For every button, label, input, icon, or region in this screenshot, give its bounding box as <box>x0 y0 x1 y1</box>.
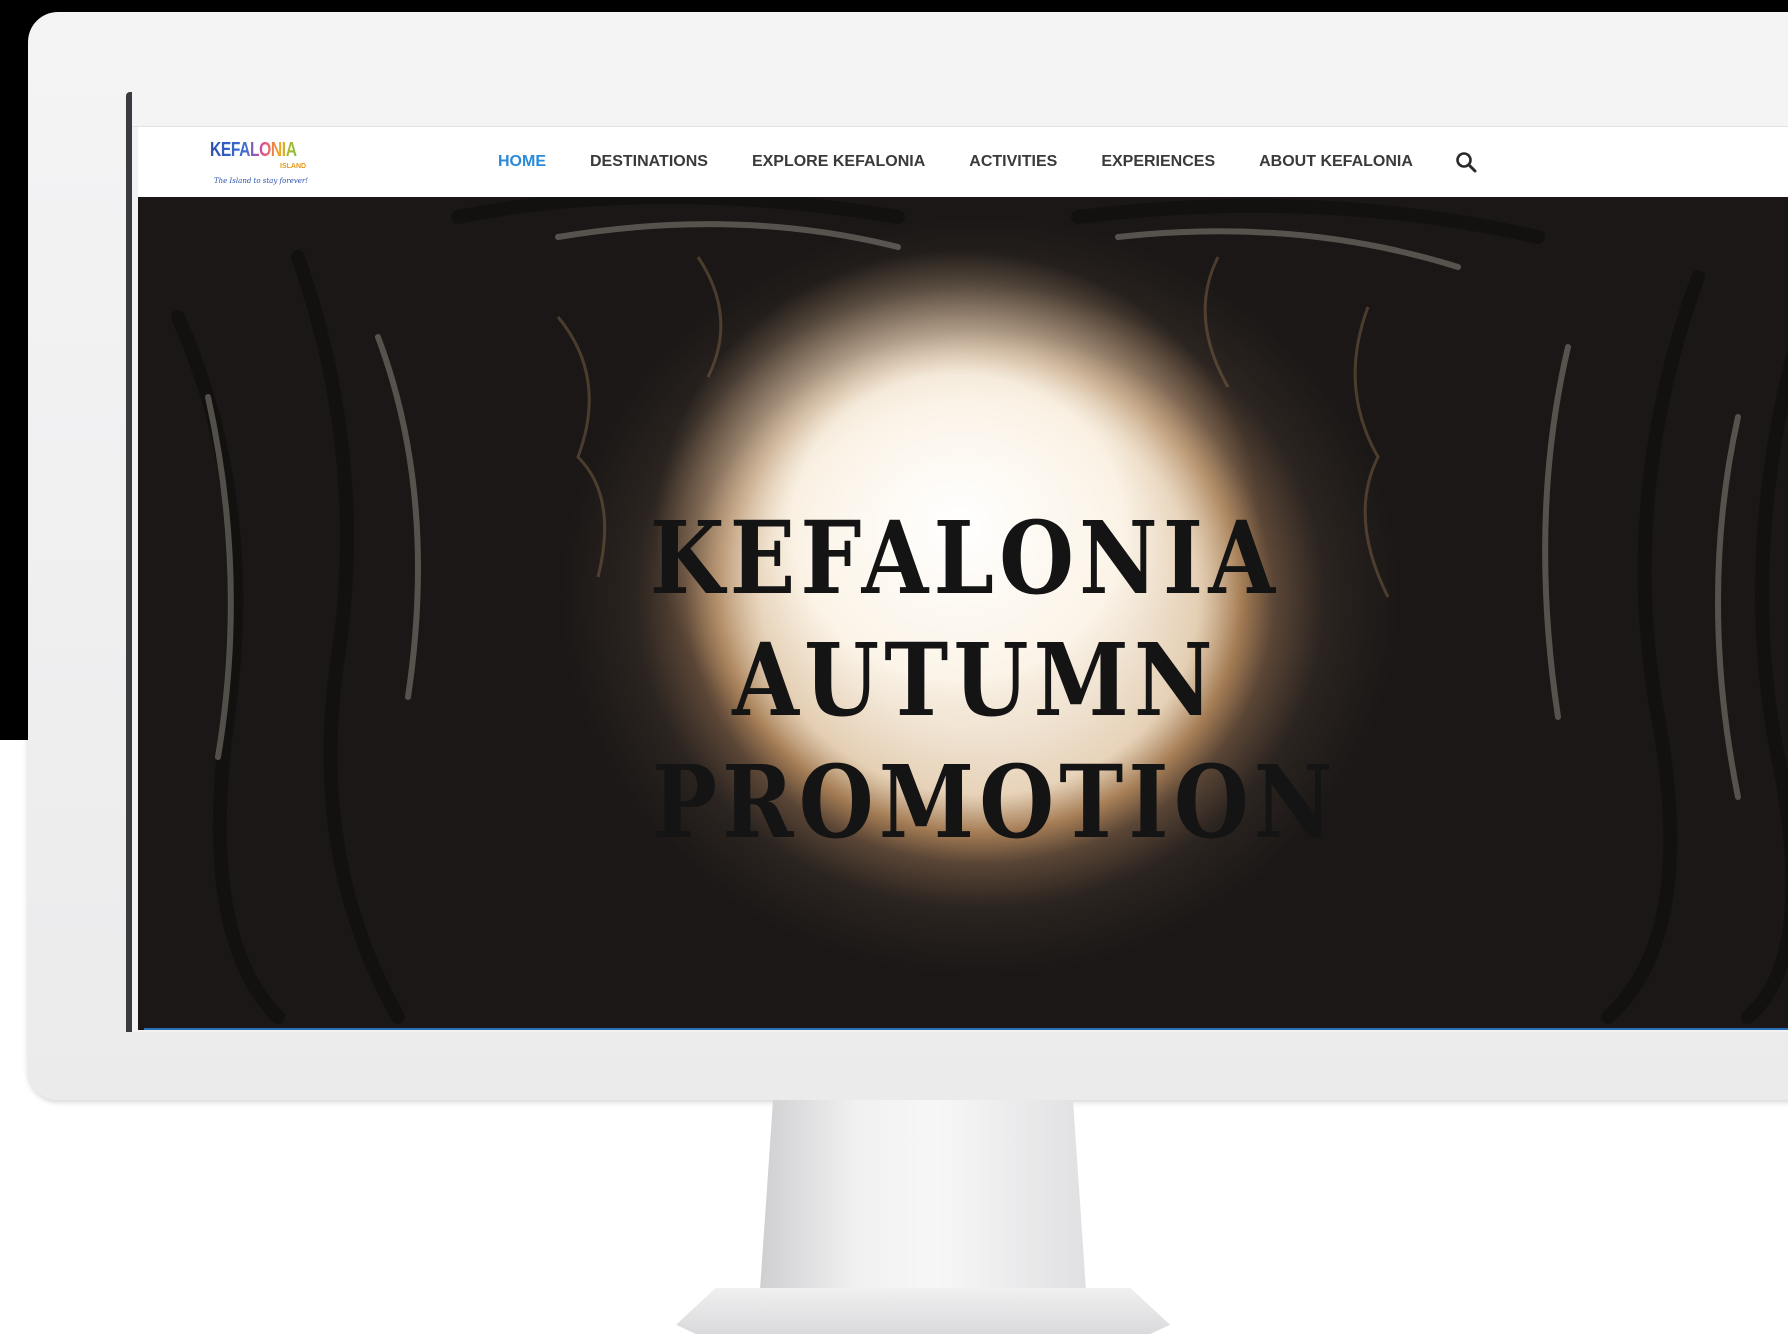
hero-title-line-1: KEFALONIA <box>649 499 1281 617</box>
nav-item-activities[interactable]: ACTIVITIES <box>969 153 1057 171</box>
logo-tagline: The Island to stay forever! <box>214 177 309 185</box>
main-nav: HOME DESTINATIONS EXPLORE KEFALONIA ACTI… <box>498 127 1477 197</box>
nav-item-about-kefalonia[interactable]: ABOUT KEFALONIA <box>1259 153 1413 171</box>
nav-item-destinations[interactable]: DESTINATIONS <box>590 153 708 171</box>
logo-text: KEFALONIA <box>210 139 297 161</box>
site-logo[interactable]: KEFALONIA ISLAND The Island to stay fore… <box>210 135 310 191</box>
hero-title-line-2: AUTUMN <box>732 621 1218 739</box>
nav-item-home[interactable]: HOME <box>498 153 546 171</box>
browser-topbar <box>132 92 1788 127</box>
monitor-stand-base <box>676 1288 1170 1334</box>
hero-banner[interactable]: KEFALONIA AUTUMN PROMOTION <box>138 197 1788 1030</box>
hero-title: KEFALONIA AUTUMN PROMOTION <box>138 497 1788 863</box>
monitor-frame: KEFALONIA ISLAND The Island to stay fore… <box>28 12 1788 1100</box>
monitor-stand-neck <box>760 1100 1086 1290</box>
logo-subtext: ISLAND <box>280 163 307 170</box>
nav-item-explore-kefalonia[interactable]: EXPLORE KEFALONIA <box>752 153 925 171</box>
search-icon[interactable] <box>1455 151 1477 173</box>
hero-bottom-bar <box>144 1028 1788 1030</box>
monitor-screen: KEFALONIA ISLAND The Island to stay fore… <box>126 92 1788 1032</box>
hero-title-line-3: PROMOTION <box>652 743 1338 861</box>
nav-item-experiences[interactable]: EXPERIENCES <box>1101 153 1215 171</box>
site-header: KEFALONIA ISLAND The Island to stay fore… <box>138 127 1788 198</box>
